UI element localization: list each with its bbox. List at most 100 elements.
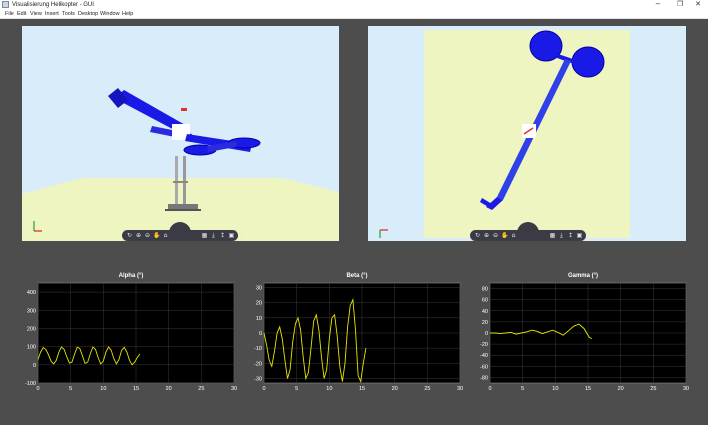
menu-help[interactable]: Help	[122, 10, 133, 19]
title-bar: Visualisierung Helikopter - GUI − ❐ ✕	[0, 0, 708, 10]
y-tick-label: 300	[27, 308, 36, 314]
x-tick-label: 25	[424, 386, 430, 392]
home-icon[interactable]: ⌂	[162, 232, 169, 239]
x-tick-label: 15	[585, 386, 591, 392]
stand-foot	[165, 209, 201, 211]
y-tick-label: 0	[259, 331, 262, 337]
alpha-plot[interactable]: Alpha (°) 0 5 10 15 20 25 30 -100 0 100 200 300 400	[22, 273, 240, 398]
y-tick-label: -30	[254, 376, 262, 382]
y-tick-label: -80	[480, 375, 488, 381]
y-tick-label: 200	[27, 326, 36, 332]
help-icon[interactable]: ?	[585, 232, 592, 239]
y-tick-label: 20	[482, 320, 488, 326]
y-tick-label: -40	[480, 353, 488, 359]
close-button[interactable]: ✕	[688, 0, 708, 10]
axes-toolbar: ↻ ⊕ ⊖ ✋ ⌂ ▦ ⤓ ↥ ▣?	[122, 222, 242, 241]
x-tick-label: 30	[457, 386, 463, 392]
menu-insert[interactable]: Insert	[45, 10, 59, 19]
x-tick-label: 30	[683, 386, 689, 392]
y-tick-label: -100	[25, 381, 36, 387]
helicopter-3d-view-perspective[interactable]: ↻ ⊕ ⊖ ✋ ⌂ ▦ ⤓ ↥ ▣?	[22, 26, 339, 241]
x-tick-label: 15	[359, 386, 365, 392]
beta-plot-title: Beta (°)	[346, 273, 368, 279]
save-icon[interactable]: ⤓	[210, 232, 217, 239]
x-tick-label: 25	[650, 386, 656, 392]
data-tips-icon[interactable]: ▦	[549, 232, 556, 239]
zoom-in-icon[interactable]: ⊕	[483, 232, 490, 239]
axes-toolbar: ↻ ⊕ ⊖ ✋ ⌂ ▦ ⤓ ↥ ▣?	[470, 222, 590, 241]
perspective-scene	[22, 88, 339, 241]
rotate-icon[interactable]: ↻	[474, 232, 481, 239]
marker	[181, 108, 187, 111]
x-tick-label: 0	[262, 386, 265, 392]
y-tick-label: 0	[485, 331, 488, 337]
pan-icon[interactable]: ✋	[153, 232, 160, 239]
grid-icon[interactable]: ▣	[576, 232, 583, 239]
y-tick-label: 10	[256, 316, 262, 322]
export-icon[interactable]: ↥	[219, 232, 226, 239]
matlab-figure-icon	[2, 1, 9, 8]
stand-base	[168, 204, 198, 209]
y-tick-label: 80	[482, 287, 488, 293]
menu-tools[interactable]: Tools	[62, 10, 75, 19]
y-tick-label: -20	[254, 361, 262, 367]
grid-icon[interactable]: ▣	[228, 232, 235, 239]
y-tick-label: -20	[480, 342, 488, 348]
x-tick-label: 10	[326, 386, 332, 392]
y-tick-label: 40	[482, 309, 488, 315]
gamma-plot-title: Gamma (°)	[567, 273, 599, 279]
zoom-in-icon[interactable]: ⊕	[135, 232, 142, 239]
menu-edit[interactable]: Edit	[17, 10, 26, 19]
y-tick-label: 100	[27, 345, 36, 351]
alpha-plot-title: Alpha (°)	[118, 273, 144, 279]
stand-crossbar	[173, 181, 188, 183]
zoom-out-icon[interactable]: ⊖	[144, 232, 151, 239]
y-tick-label: 60	[482, 298, 488, 304]
menu-file[interactable]: File	[5, 10, 14, 19]
x-tick-label: 20	[392, 386, 398, 392]
export-icon[interactable]: ↥	[567, 232, 574, 239]
x-tick-label: 0	[488, 386, 491, 392]
x-tick-label: 10	[100, 386, 106, 392]
help-icon[interactable]: ?	[237, 232, 244, 239]
x-tick-label: 25	[198, 386, 204, 392]
x-tick-label: 0	[36, 386, 39, 392]
x-tick-label: 20	[166, 386, 172, 392]
gamma-plot-svg: 0 5 10 15 20 25 30 -80 -60 -40 -20 0 20 40 60 80	[480, 282, 689, 392]
beta-plot[interactable]: Beta (°) 0 5 10 15 20 25 30 -30 -20 -10 0 10 20 30	[248, 273, 466, 398]
y-tick-label: -10	[254, 346, 262, 352]
x-tick-label: 20	[618, 386, 624, 392]
window-title: Visualisierung Helikopter - GUI	[12, 2, 94, 8]
top-scene	[379, 30, 630, 238]
x-tick-label: 30	[231, 386, 237, 392]
beta-plot-svg: 0 5 10 15 20 25 30 -30 -20 -10 0 10 20 30	[254, 282, 463, 392]
y-tick-label: -60	[480, 364, 488, 370]
menu-view[interactable]: View	[30, 10, 42, 19]
pan-icon[interactable]: ✋	[501, 232, 508, 239]
y-tick-label: 30	[256, 286, 262, 292]
helicopter-3d-view-top[interactable]: ↻ ⊕ ⊖ ✋ ⌂ ▦ ⤓ ↥ ▣?	[368, 26, 686, 241]
rotor-right	[571, 46, 605, 78]
x-tick-label: 5	[295, 386, 298, 392]
data-tips-icon[interactable]: ▦	[201, 232, 208, 239]
menu-bar: File Edit View Insert Tools Desktop Wind…	[0, 10, 708, 19]
x-tick-label: 5	[69, 386, 72, 392]
home-icon[interactable]: ⌂	[510, 232, 517, 239]
y-tick-label: 0	[33, 363, 36, 369]
minimize-button[interactable]: −	[648, 0, 668, 10]
rotor-left	[529, 30, 563, 62]
zoom-out-icon[interactable]: ⊖	[492, 232, 499, 239]
stand-post-left	[175, 156, 178, 204]
maximize-button[interactable]: ❐	[670, 0, 690, 10]
gamma-plot[interactable]: Gamma (°) 0 5 10 15 20 25 30 -80 -60 -40 -20 0 20 40 6…	[474, 273, 692, 398]
x-tick-label: 10	[552, 386, 558, 392]
save-icon[interactable]: ⤓	[558, 232, 565, 239]
menu-desktop[interactable]: Desktop	[78, 10, 98, 19]
stand-post-right	[183, 156, 186, 204]
rotate-icon[interactable]: ↻	[126, 232, 133, 239]
x-tick-label: 5	[521, 386, 524, 392]
x-tick-label: 15	[133, 386, 139, 392]
y-tick-label: 20	[256, 301, 262, 307]
y-tick-label: 400	[27, 290, 36, 296]
menu-window[interactable]: Window	[100, 10, 120, 19]
